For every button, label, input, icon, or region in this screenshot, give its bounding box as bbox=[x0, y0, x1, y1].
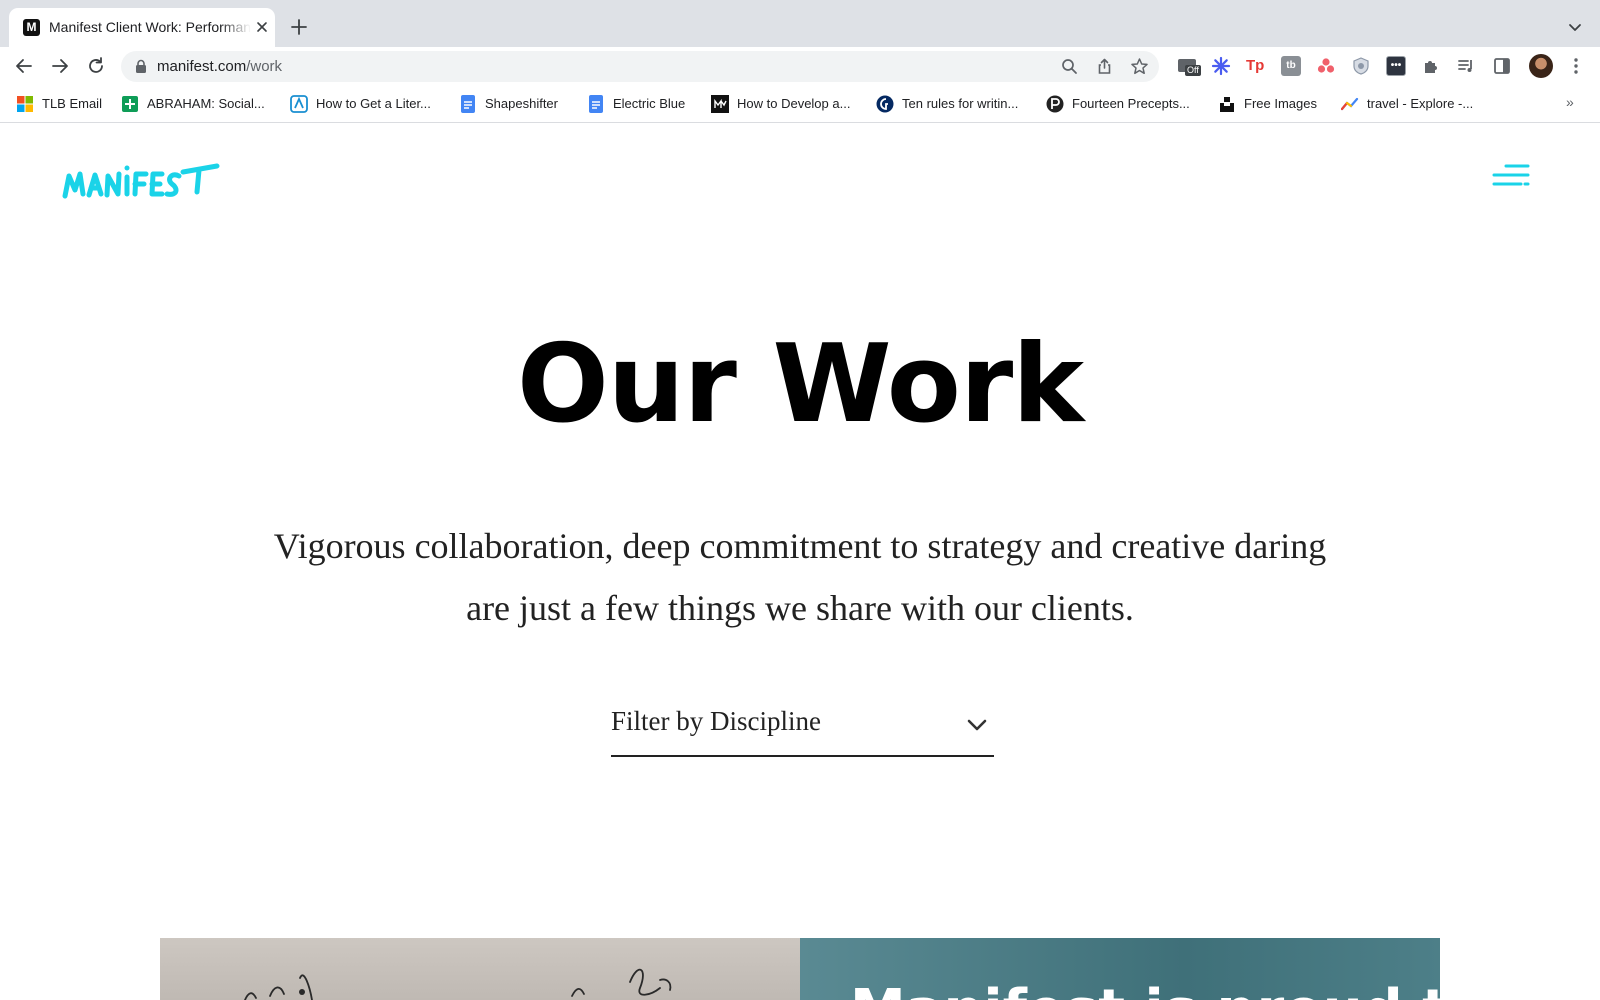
share-icon[interactable] bbox=[1095, 57, 1114, 76]
docs-icon bbox=[589, 95, 603, 113]
browser-tab[interactable]: M Manifest Client Work: Performance bbox=[9, 8, 275, 47]
discipline-filter-select[interactable]: Filter by Discipline bbox=[611, 696, 994, 757]
hero-subtitle: Vigorous collaboration, deep commitment … bbox=[200, 515, 1400, 639]
bookmark-label: ABRAHAM: Social... bbox=[147, 96, 265, 111]
chevron-down-icon bbox=[967, 719, 987, 731]
bookmark-label: travel - Explore -... bbox=[1367, 96, 1474, 111]
browser-toolbar: manifest.com/work Off Tp tb ••• bbox=[0, 47, 1600, 85]
docs-icon bbox=[461, 95, 475, 113]
manifest-favicon-icon: M bbox=[23, 19, 40, 36]
bookmarks-overflow-button[interactable]: » bbox=[1566, 94, 1574, 110]
lock-icon[interactable] bbox=[135, 59, 147, 74]
tp-extension-icon[interactable]: Tp bbox=[1246, 56, 1266, 76]
card-heading: Manifest is proud to bbox=[850, 978, 1440, 1000]
bookmark-label: How to Get a Liter... bbox=[316, 96, 431, 111]
password-extension-icon[interactable]: ••• bbox=[1386, 56, 1406, 76]
bookmark-label: Free Images bbox=[1244, 96, 1317, 111]
zoom-search-icon[interactable] bbox=[1060, 57, 1079, 76]
media-control-icon[interactable] bbox=[1456, 56, 1476, 76]
shield-extension-icon[interactable] bbox=[1351, 56, 1371, 76]
profile-avatar[interactable] bbox=[1529, 54, 1553, 78]
work-card[interactable] bbox=[160, 938, 800, 1000]
url-text[interactable]: manifest.com/work bbox=[157, 58, 282, 76]
forward-icon[interactable] bbox=[49, 55, 71, 77]
paris-review-icon bbox=[1046, 95, 1064, 113]
guardian-icon bbox=[876, 95, 894, 113]
bookmarks-bar: TLB Email ABRAHAM: Social... How to Get … bbox=[0, 85, 1600, 123]
bookmark-label: Electric Blue bbox=[613, 96, 686, 111]
more-menu-icon[interactable] bbox=[1566, 56, 1586, 76]
masterclass-icon bbox=[711, 95, 729, 113]
back-icon[interactable] bbox=[13, 55, 35, 77]
bookmark-site-icon bbox=[290, 95, 308, 113]
filter-label: Filter by Discipline bbox=[611, 706, 821, 736]
bookmark-label: Shapeshifter bbox=[485, 96, 558, 111]
address-bar[interactable]: manifest.com/work bbox=[121, 51, 1159, 82]
web-page: Our Work Vigorous collaboration, deep co… bbox=[0, 123, 1600, 1000]
extensions-puzzle-icon[interactable] bbox=[1421, 56, 1441, 76]
tab-search-chevron-icon[interactable] bbox=[1566, 18, 1584, 36]
page-title: Our Work bbox=[516, 322, 1084, 447]
bookmark-label: Ten rules for writin... bbox=[902, 96, 1019, 111]
new-tab-icon[interactable] bbox=[288, 16, 310, 38]
hero-subtitle-line-2: are just a few things we share with our … bbox=[466, 588, 1134, 628]
reload-icon[interactable] bbox=[85, 55, 107, 77]
trends-icon bbox=[1341, 97, 1359, 111]
asana-extension-icon[interactable] bbox=[1316, 56, 1336, 76]
bookmark-label: Fourteen Precepts... bbox=[1072, 96, 1190, 111]
sparkle-extension-icon[interactable] bbox=[1211, 56, 1231, 76]
handwriting-image bbox=[244, 968, 672, 1000]
tab-title: Manifest Client Work: Performance bbox=[49, 19, 251, 35]
hamburger-menu-icon[interactable] bbox=[1492, 163, 1530, 187]
tb-extension-icon[interactable]: tb bbox=[1281, 56, 1301, 76]
bookmark-star-icon[interactable] bbox=[1130, 57, 1149, 76]
extension-badge: Off bbox=[1185, 65, 1201, 76]
bookmark-label: TLB Email bbox=[42, 96, 102, 111]
extension-off-icon[interactable]: Off bbox=[1177, 56, 1201, 76]
bookmark-label: How to Develop a... bbox=[737, 96, 851, 111]
unsplash-icon bbox=[1220, 97, 1234, 112]
work-card[interactable]: Manifest is proud to bbox=[800, 938, 1440, 1000]
close-tab-icon[interactable] bbox=[254, 19, 270, 35]
side-panel-icon[interactable] bbox=[1492, 56, 1512, 76]
microsoft-icon bbox=[17, 96, 33, 112]
hero-subtitle-line-1: Vigorous collaboration, deep commitment … bbox=[273, 526, 1327, 566]
tab-strip: M Manifest Client Work: Performance bbox=[0, 0, 1600, 47]
sheets-icon bbox=[122, 96, 138, 112]
manifest-logo[interactable] bbox=[61, 150, 221, 208]
